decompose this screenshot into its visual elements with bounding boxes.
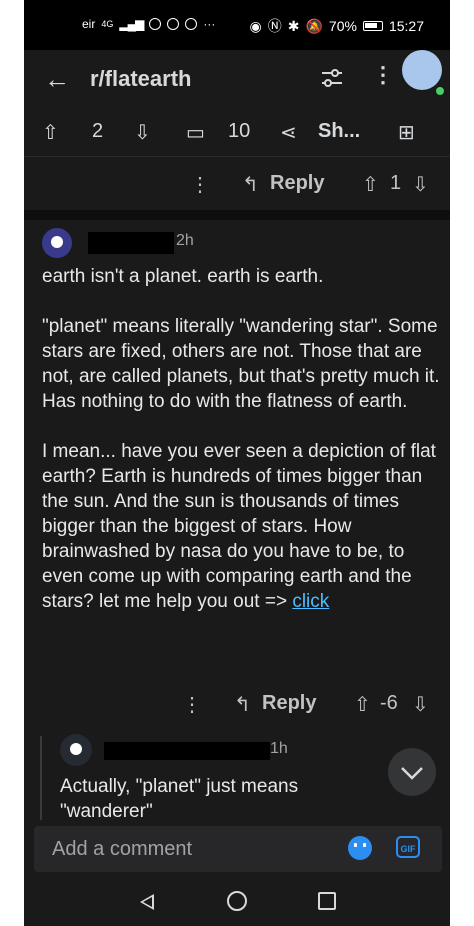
- upvote-count: 2: [92, 120, 104, 142]
- arrow-left-icon[interactable]: ←: [44, 64, 70, 95]
- comment-score: -6: [380, 692, 398, 714]
- battery-percent: 70%: [328, 18, 357, 34]
- nav-back-icon[interactable]: [140, 894, 154, 910]
- carrier-label: eir: [82, 17, 96, 31]
- comment-link[interactable]: click: [292, 591, 329, 612]
- app-header: ← r/flatearth ⋮: [24, 50, 450, 106]
- nav-home-icon[interactable]: [227, 891, 247, 911]
- post-action-bar: ⇧ 2 ⇩ ▭ 10 ⋖ Sh... ⊞: [24, 108, 450, 157]
- redacted-username: [104, 742, 270, 760]
- comment-score: 1: [390, 172, 402, 194]
- system-nav-bar: [24, 876, 450, 926]
- comment-age: 1h: [270, 740, 288, 757]
- redacted-username: [88, 232, 174, 254]
- reply-icon[interactable]: ↰: [242, 172, 259, 197]
- nested-reply: 1h Actually, "planet" just means "wander…: [24, 728, 450, 822]
- comment-paragraph: I mean... have you ever seen a depiction…: [42, 439, 442, 614]
- sliders-icon[interactable]: [320, 67, 344, 94]
- user-avatar[interactable]: [402, 50, 442, 90]
- signal-icon: ▂▄▆: [119, 17, 144, 31]
- add-comment-input[interactable]: Add a comment: [52, 838, 192, 861]
- reply-button[interactable]: Reply: [262, 692, 316, 715]
- mute-icon: 🔕: [305, 17, 323, 34]
- upvote-icon[interactable]: ⇧: [42, 120, 59, 145]
- reply-icon[interactable]: ↰: [234, 692, 251, 717]
- reply-button[interactable]: Reply: [270, 172, 324, 195]
- commenter-avatar[interactable]: [42, 228, 72, 258]
- gif-button[interactable]: GIF: [396, 836, 420, 858]
- app-screen: eir 4G ▂▄▆ ··· ◉ Ⓝ ✱ 🔕 70% 15:27 ← r/fla…: [24, 0, 450, 926]
- eye-icon: ◉: [249, 17, 262, 34]
- share-icon[interactable]: ⋖: [280, 120, 297, 145]
- spotify-icon: [149, 18, 162, 30]
- comment-paragraph: earth isn't a planet. earth is earth.: [42, 266, 324, 287]
- alarm-icon: [167, 18, 180, 30]
- upvote-icon[interactable]: ⇧: [354, 692, 371, 717]
- downvote-icon[interactable]: ⇩: [134, 120, 151, 145]
- comment-age: 2h: [176, 232, 194, 249]
- commenter-avatar[interactable]: [60, 734, 92, 766]
- status-right: ◉ Ⓝ ✱ 🔕 70% 15:27: [250, 16, 424, 36]
- award-icon[interactable]: ⊞: [398, 120, 415, 145]
- comment-paragraph-text: I mean... have you ever seen a depiction…: [42, 441, 436, 612]
- comment-body: earth isn't a planet. earth is earth. "p…: [42, 264, 442, 639]
- comment-footer: ⋮ ↰ Reply ⇧ -6 ⇩: [24, 688, 450, 728]
- network-label: 4G: [101, 19, 114, 29]
- comment-count: 10: [228, 120, 251, 142]
- comment-separator: [24, 210, 450, 220]
- more-options-icon[interactable]: ⋮: [190, 172, 210, 197]
- battery-icon: [362, 21, 383, 31]
- downvote-icon[interactable]: ⇩: [412, 692, 429, 717]
- circle-icon: [185, 18, 198, 30]
- nav-recent-icon[interactable]: [318, 892, 336, 910]
- chevron-down-icon: [401, 767, 423, 780]
- comment-icon[interactable]: ▭: [186, 120, 205, 145]
- bluetooth-icon: ✱: [287, 17, 300, 34]
- kebab-icon[interactable]: ⋮: [372, 62, 394, 88]
- downvote-icon[interactable]: ⇩: [412, 172, 429, 197]
- subreddit-title: r/flatearth: [90, 66, 192, 91]
- comment-composer[interactable]: Add a comment GIF: [34, 826, 442, 872]
- share-button[interactable]: Sh...: [318, 120, 360, 143]
- clock: 15:27: [388, 18, 424, 34]
- nfc-icon: Ⓝ: [267, 18, 282, 34]
- status-bar: eir 4G ▂▄▆ ··· ◉ Ⓝ ✱ 🔕 70% 15:27: [24, 0, 450, 50]
- emoji-icon[interactable]: [348, 836, 372, 860]
- jump-down-button[interactable]: [388, 748, 436, 796]
- comment-body: Actually, "planet" just means "wanderer": [60, 776, 299, 822]
- comment-paragraph: "planet" means literally "wandering star…: [42, 316, 440, 412]
- more-options-icon[interactable]: ⋮: [182, 692, 202, 717]
- more-notifications-icon: ···: [203, 17, 216, 31]
- upvote-icon[interactable]: ⇧: [362, 172, 379, 197]
- comment-footer: ⋮ ↰ Reply ⇧ 1 ⇩: [24, 160, 450, 210]
- status-left: eir 4G ▂▄▆ ···: [82, 17, 215, 31]
- online-indicator: [434, 85, 446, 97]
- thread-line[interactable]: [40, 736, 42, 820]
